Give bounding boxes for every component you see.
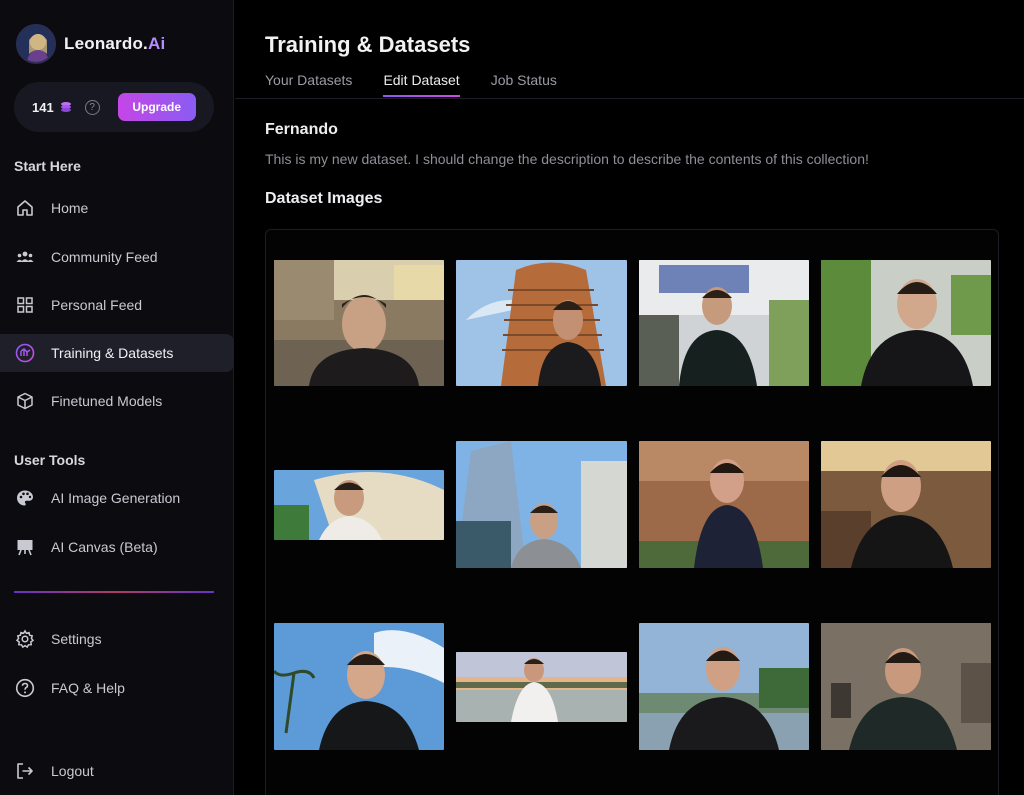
sidebar-item-logout[interactable]: Logout <box>0 752 234 790</box>
brand-name: Leonardo.Ai <box>64 34 166 53</box>
sidebar-item-label: Home <box>51 200 89 216</box>
credits-panel: 141 ? Upgrade <box>14 82 214 132</box>
sidebar-item-community-feed[interactable]: Community Feed <box>0 238 234 276</box>
sidebar-item-label: Community Feed <box>51 249 158 265</box>
training-icon <box>14 342 36 364</box>
sidebar-item-faq-help[interactable]: FAQ & Help <box>0 669 234 707</box>
dataset-image-8[interactable] <box>821 441 991 568</box>
dataset-image-5[interactable] <box>274 470 444 540</box>
home-icon <box>14 197 36 219</box>
main-content: Training & Datasets Your Datasets Edit D… <box>235 0 1024 795</box>
sidebar-item-label: AI Image Generation <box>51 490 181 506</box>
sidebar-item-label: Personal Feed <box>51 297 143 313</box>
sidebar-item-ai-canvas[interactable]: AI Canvas (Beta) <box>0 528 234 566</box>
sidebar-item-training-datasets[interactable]: Training & Datasets <box>0 334 234 372</box>
grid-icon <box>14 294 36 316</box>
dataset-image-6[interactable] <box>456 441 627 568</box>
dataset-image-2[interactable] <box>456 260 627 386</box>
dataset-image-12[interactable] <box>821 623 991 750</box>
dataset-image-9[interactable] <box>274 623 444 750</box>
community-icon <box>14 246 36 268</box>
dataset-image-grid <box>265 229 999 795</box>
dataset-name: Fernando <box>265 121 338 138</box>
sidebar-item-label: AI Canvas (Beta) <box>51 539 158 555</box>
gear-icon <box>14 628 36 650</box>
cube-icon <box>14 390 36 412</box>
dataset-image-7[interactable] <box>639 441 809 568</box>
sidebar-item-label: Training & Datasets <box>51 345 174 361</box>
section-user-tools: User Tools <box>14 452 86 468</box>
question-icon <box>14 677 36 699</box>
logout-icon <box>14 760 36 782</box>
credit-count: 141 <box>32 99 54 115</box>
dataset-description: This is my new dataset. I should change … <box>265 151 869 167</box>
easel-icon <box>14 536 36 558</box>
tab-edit-dataset[interactable]: Edit Dataset <box>383 72 460 97</box>
sidebar-item-label: Settings <box>51 631 102 647</box>
sidebar-divider <box>14 591 214 593</box>
sidebar-item-personal-feed[interactable]: Personal Feed <box>0 286 234 324</box>
sidebar-item-label: Finetuned Models <box>51 393 163 409</box>
palette-icon <box>14 487 36 509</box>
dataset-image-4[interactable] <box>821 260 991 386</box>
brand[interactable]: Leonardo.Ai <box>16 24 165 64</box>
credits-help-icon[interactable]: ? <box>84 99 100 115</box>
brand-avatar <box>16 24 56 64</box>
dataset-image-1[interactable] <box>274 260 444 386</box>
tab-bar: Your Datasets Edit Dataset Job Status <box>265 72 588 97</box>
tab-job-status[interactable]: Job Status <box>491 72 557 96</box>
dataset-image-10[interactable] <box>456 652 627 722</box>
sidebar: Leonardo.Ai 141 ? Upgrade Start Here Hom… <box>0 0 234 795</box>
dataset-image-3[interactable] <box>639 260 809 386</box>
sidebar-item-home[interactable]: Home <box>0 189 234 227</box>
token-coins-icon <box>59 100 73 114</box>
sidebar-item-ai-image-generation[interactable]: AI Image Generation <box>0 479 234 517</box>
tab-divider <box>235 98 1024 99</box>
sidebar-item-label: FAQ & Help <box>51 680 125 696</box>
tab-your-datasets[interactable]: Your Datasets <box>265 72 352 96</box>
sidebar-item-label: Logout <box>51 763 94 779</box>
page-title: Training & Datasets <box>265 32 471 57</box>
section-start-here: Start Here <box>14 158 81 174</box>
dataset-images-heading: Dataset Images <box>265 190 383 207</box>
sidebar-item-settings[interactable]: Settings <box>0 620 234 658</box>
upgrade-button[interactable]: Upgrade <box>117 93 196 121</box>
dataset-image-11[interactable] <box>639 623 809 750</box>
sidebar-item-finetuned-models[interactable]: Finetuned Models <box>0 382 234 420</box>
